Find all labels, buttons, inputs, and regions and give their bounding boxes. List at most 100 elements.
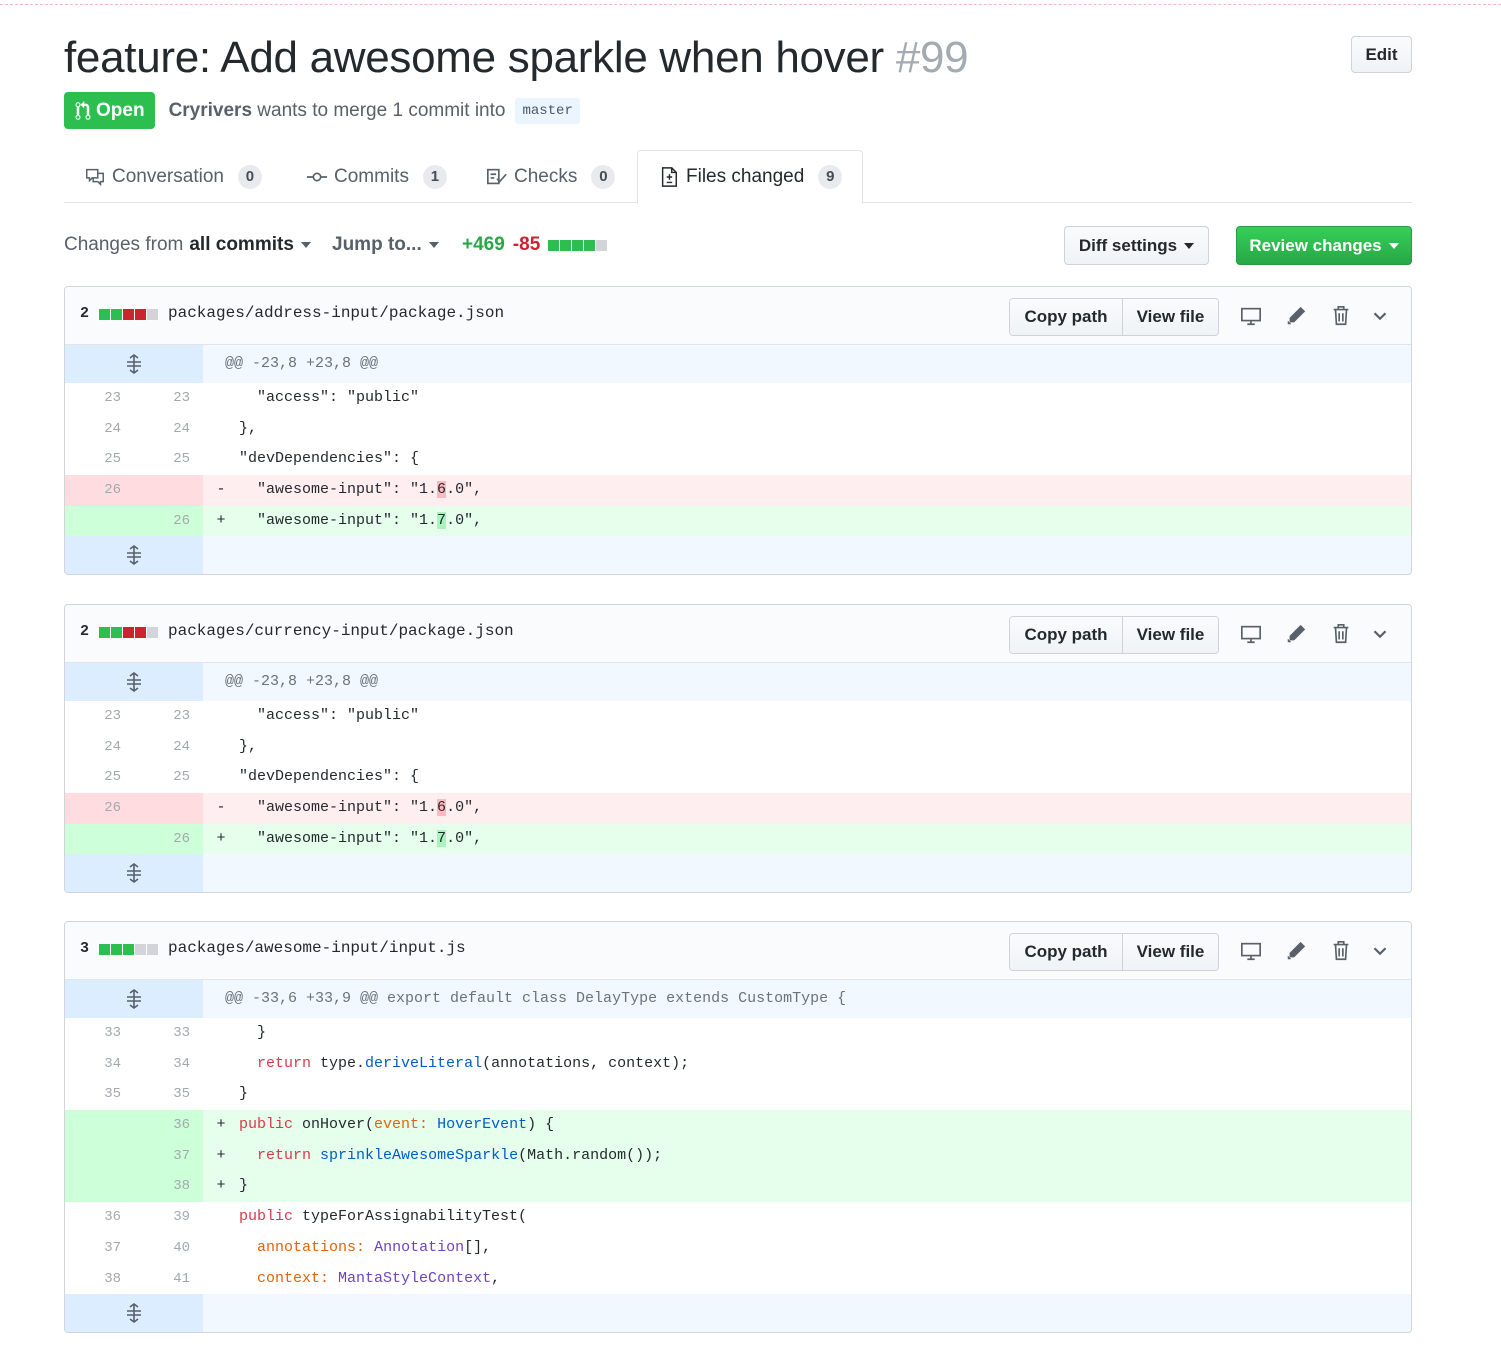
old-line-number[interactable]: 33 bbox=[65, 1018, 134, 1049]
new-line-number[interactable]: 23 bbox=[134, 701, 203, 732]
new-line-number[interactable]: 41 bbox=[134, 1264, 203, 1295]
diff-line-context: 24 24}, bbox=[65, 731, 1411, 763]
expand-down-icon[interactable] bbox=[65, 1294, 203, 1333]
old-line-number[interactable]: 26 bbox=[65, 475, 134, 506]
tab-files-changed[interactable]: Files changed 9 bbox=[637, 150, 864, 204]
view-file-button[interactable]: View file bbox=[1122, 299, 1218, 335]
code-token: typeForAssignabilityTest( bbox=[293, 1208, 528, 1226]
display-rich-diff-icon[interactable] bbox=[1239, 304, 1263, 328]
old-line-number[interactable] bbox=[65, 823, 134, 855]
new-line-number[interactable]: 26 bbox=[134, 505, 203, 537]
old-line-number[interactable]: 38 bbox=[65, 1264, 134, 1295]
tab-checks[interactable]: Checks 0 bbox=[486, 150, 616, 203]
diffstat-block bbox=[111, 627, 122, 638]
file-change-count: 3 bbox=[80, 940, 90, 957]
old-line-number[interactable] bbox=[65, 1171, 134, 1203]
old-line-number[interactable]: 23 bbox=[65, 701, 134, 732]
chevron-down-icon[interactable] bbox=[1368, 304, 1392, 328]
new-line-number[interactable]: 38 bbox=[134, 1171, 203, 1203]
tab-conversation[interactable]: Conversation 0 bbox=[84, 150, 262, 203]
new-line-number[interactable]: 40 bbox=[134, 1233, 203, 1264]
old-line-number[interactable]: 24 bbox=[65, 414, 134, 445]
diff-line-context: 33 33 } bbox=[65, 1018, 1411, 1049]
view-file-button[interactable]: View file bbox=[1122, 934, 1218, 970]
copy-path-button[interactable]: Copy path bbox=[1010, 617, 1122, 653]
copy-path-button[interactable]: Copy path bbox=[1010, 299, 1122, 335]
old-line-number[interactable]: 34 bbox=[65, 1049, 134, 1080]
old-line-number[interactable] bbox=[65, 505, 134, 537]
new-line-number[interactable]: 39 bbox=[134, 1202, 203, 1233]
tab-label: Files changed bbox=[686, 166, 805, 187]
expand-up-icon[interactable] bbox=[65, 663, 203, 701]
diff-sign: + bbox=[216, 1146, 226, 1164]
old-line-number[interactable]: 35 bbox=[65, 1079, 134, 1110]
old-line-number[interactable]: 25 bbox=[65, 444, 134, 475]
new-line-number[interactable]: 25 bbox=[134, 762, 203, 793]
chevron-down-icon[interactable] bbox=[1368, 939, 1392, 963]
pencil-icon[interactable] bbox=[1284, 939, 1308, 963]
code-token: } bbox=[239, 1024, 267, 1041]
new-line-number[interactable]: 25 bbox=[134, 444, 203, 475]
expand-down-icon[interactable] bbox=[65, 854, 203, 893]
new-line-number[interactable]: 36 bbox=[134, 1110, 203, 1141]
base-branch[interactable]: master bbox=[515, 97, 580, 124]
new-line-number[interactable]: 33 bbox=[134, 1018, 203, 1049]
trash-icon[interactable] bbox=[1329, 622, 1353, 646]
new-line-number[interactable]: 37 bbox=[134, 1140, 203, 1172]
tab-commits[interactable]: Commits 1 bbox=[306, 150, 447, 203]
code-line: return sprinkleAwesomeSparkle(Math.rando… bbox=[233, 1141, 1411, 1172]
file-path[interactable]: packages/address-input/package.json bbox=[168, 304, 504, 322]
new-line-number[interactable]: 34 bbox=[134, 1049, 203, 1080]
diffstat-block bbox=[123, 627, 134, 638]
code-token: annotations: bbox=[257, 1238, 366, 1256]
code-line: }, bbox=[239, 737, 258, 755]
pencil-icon[interactable] bbox=[1284, 304, 1308, 328]
old-line-number[interactable]: 36 bbox=[65, 1202, 134, 1233]
pencil-icon[interactable] bbox=[1284, 622, 1308, 646]
copy-path-button[interactable]: Copy path bbox=[1010, 934, 1122, 970]
file-path[interactable]: packages/currency-input/package.json bbox=[168, 622, 514, 640]
view-file-button[interactable]: View file bbox=[1122, 617, 1218, 653]
diff-line-context: 25 25 "devDependencies": { bbox=[65, 444, 1411, 476]
expand-down-icon[interactable] bbox=[65, 536, 203, 575]
code-line: } bbox=[233, 1171, 1411, 1202]
commits-filter-dropdown[interactable]: Changes from all commits bbox=[64, 226, 311, 264]
trash-icon[interactable] bbox=[1329, 304, 1353, 328]
edit-button[interactable]: Edit bbox=[1351, 36, 1412, 73]
review-changes-button[interactable]: Review changes bbox=[1236, 226, 1412, 265]
code-line: "awesome-input": "1.6.0", bbox=[233, 475, 1411, 506]
code-token: .0", bbox=[446, 511, 483, 529]
code-token: [], bbox=[464, 1238, 492, 1256]
diffstat-block bbox=[135, 627, 146, 638]
expand-up-icon[interactable] bbox=[65, 345, 203, 383]
display-rich-diff-icon[interactable] bbox=[1239, 622, 1263, 646]
chevron-down-icon[interactable] bbox=[1368, 622, 1392, 646]
code-line: "access": "public" bbox=[239, 707, 420, 724]
new-line-number[interactable] bbox=[134, 793, 203, 824]
trash-icon[interactable] bbox=[1329, 939, 1353, 963]
old-line-number[interactable] bbox=[65, 1140, 134, 1172]
code-token: ) { bbox=[527, 1116, 555, 1134]
file-path[interactable]: packages/awesome-input/input.js bbox=[168, 939, 466, 957]
new-line-number[interactable]: 23 bbox=[134, 383, 203, 414]
jump-to-dropdown[interactable]: Jump to... bbox=[332, 226, 439, 264]
new-line-number[interactable]: 26 bbox=[134, 823, 203, 855]
old-line-number[interactable]: 24 bbox=[65, 732, 134, 763]
diff-line-added: 38 +} bbox=[65, 1171, 1411, 1203]
new-line-number[interactable]: 24 bbox=[134, 732, 203, 763]
expand-up-icon[interactable] bbox=[65, 980, 203, 1018]
display-rich-diff-icon[interactable] bbox=[1239, 939, 1263, 963]
old-line-number[interactable]: 25 bbox=[65, 762, 134, 793]
new-line-number[interactable]: 35 bbox=[134, 1079, 203, 1110]
old-line-number[interactable]: 23 bbox=[65, 383, 134, 414]
new-line-number[interactable] bbox=[134, 475, 203, 506]
new-line-number[interactable]: 24 bbox=[134, 414, 203, 445]
old-line-number[interactable]: 37 bbox=[65, 1233, 134, 1264]
chevron-down-icon bbox=[1388, 242, 1399, 249]
pr-title-text: feature: Add awesome sparkle when hover bbox=[64, 33, 884, 82]
author-link[interactable]: Cryrivers bbox=[169, 100, 252, 121]
checks-icon bbox=[487, 168, 507, 184]
old-line-number[interactable] bbox=[65, 1110, 134, 1141]
old-line-number[interactable]: 26 bbox=[65, 793, 134, 824]
diff-settings-button[interactable]: Diff settings bbox=[1064, 226, 1209, 265]
